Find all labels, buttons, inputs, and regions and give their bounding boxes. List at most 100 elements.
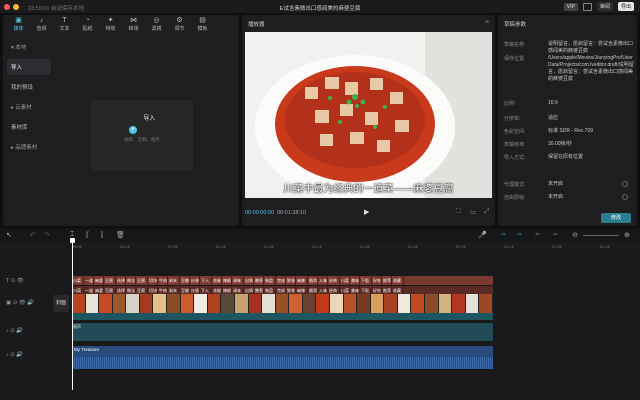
mic-icon[interactable]: 🎤 <box>478 231 487 239</box>
text-clip[interactable]: 经典 <box>328 276 340 285</box>
text-track[interactable]: 川菜 一道 麻婆 豆腐 选择 做法 豆腐 切块 牛肉 剁末 豆瓣 炒香 下入 花椒 辣椒 调味 出锅 撒葱 装盘 完成… <box>72 276 493 285</box>
text-clip[interactable]: 入味 <box>318 276 328 285</box>
cover-button[interactable]: 封面 <box>53 295 69 312</box>
tab-filter[interactable]: ◎ 滤镜 <box>145 15 168 35</box>
text-clip[interactable]: 美味 <box>350 276 360 285</box>
text-clip[interactable]: 川菜 <box>72 276 84 285</box>
text-clip[interactable]: 推荐 <box>382 276 392 285</box>
tab-sticker[interactable]: ◔ 贴纸 <box>76 15 99 35</box>
text-clip[interactable]: 下入 <box>200 276 212 285</box>
video-preview[interactable]: 川菜中最为经典的一道菜——麻婆豆腐 <box>245 32 492 198</box>
video-frame-thumbnail[interactable] <box>289 294 303 313</box>
video-frame-thumbnail[interactable] <box>411 294 426 313</box>
sidebar-local[interactable]: ▾ 本地 <box>7 39 51 55</box>
sidebar-item-import[interactable]: 导入 <box>7 59 51 75</box>
split-right-icon[interactable]: ⟧ <box>100 231 103 239</box>
text-clip[interactable]: 收藏 <box>392 276 404 285</box>
text-clip[interactable]: 调味 <box>232 276 244 285</box>
text-clip[interactable]: 豆腐 <box>104 276 116 285</box>
video-frame-thumbnail[interactable] <box>112 294 127 313</box>
tab-media[interactable]: ▣ 媒体 <box>7 15 30 35</box>
info-icon[interactable] <box>622 194 628 200</box>
review-button[interactable]: 审阅 <box>596 2 613 11</box>
magnet-icon[interactable]: ⇔ <box>516 231 523 238</box>
zoom-out-icon[interactable]: ⊖ <box>572 231 578 239</box>
undo-icon[interactable]: ↶ <box>30 231 36 239</box>
fullscreen-icon[interactable]: ⤢ <box>484 208 489 216</box>
text-clip[interactable]: 剁末 <box>168 276 180 285</box>
tab-adjust[interactable]: ⚙ 调节 <box>168 15 191 35</box>
video-frame-thumbnail[interactable] <box>167 294 181 313</box>
text-clip[interactable]: 下饭 <box>360 276 372 285</box>
ratio-icon[interactable]: ▭ <box>470 208 476 216</box>
text-clip[interactable]: 麻婆 <box>94 276 104 285</box>
video-frame-thumbnail[interactable] <box>262 294 276 313</box>
text-clip[interactable]: 选择 <box>116 276 126 285</box>
zoom-slider[interactable] <box>583 235 619 236</box>
video-frame-thumbnail[interactable] <box>221 294 235 313</box>
video-frame-thumbnail[interactable] <box>452 294 466 313</box>
layout-icon[interactable] <box>582 2 592 11</box>
play-icon[interactable]: ▶ <box>364 208 369 216</box>
fit-timeline-icon[interactable]: ⇔ <box>552 231 559 238</box>
redo-icon[interactable]: ↷ <box>44 231 50 239</box>
text-clip[interactable]: 鲜香 <box>286 276 296 285</box>
video-frame-thumbnail[interactable] <box>438 294 453 313</box>
video-frame-thumbnail[interactable] <box>248 294 263 313</box>
video-frame-thumbnail[interactable] <box>85 294 100 313</box>
zoom-in-icon[interactable]: ⊕ <box>624 231 630 239</box>
preview-axis-icon[interactable]: ⇔ <box>534 231 541 238</box>
text-clip[interactable]: 麻辣 <box>296 276 308 285</box>
fit-icon[interactable]: ⛶ <box>456 208 461 216</box>
text-clip[interactable]: 川菜 <box>340 276 350 285</box>
playhead[interactable] <box>70 238 75 390</box>
vip-badge[interactable]: VIP <box>563 2 578 11</box>
text-clip[interactable]: 出锅 <box>244 276 254 285</box>
split-left-icon[interactable]: ⟦ <box>86 231 89 239</box>
select-tool-icon[interactable]: ↖ <box>6 231 12 239</box>
video-frame-thumbnail[interactable] <box>343 294 358 313</box>
video-frame-thumbnail[interactable] <box>316 294 330 313</box>
text-clip[interactable]: 撒葱 <box>254 276 264 285</box>
time-ruler[interactable]: 00:00 00:15 00:30 00:45 01:00 01:15 01:30 01:45… <box>72 242 640 252</box>
import-dropzone[interactable]: + 导入 视频、音频、图片 <box>91 100 193 171</box>
video-frame-thumbnail[interactable] <box>139 294 154 313</box>
text-clip[interactable]: 豆腐 <box>136 276 148 285</box>
text-clip[interactable]: 辣椒 <box>222 276 232 285</box>
video-frame-thumbnail[interactable] <box>329 294 344 313</box>
video-frame-thumbnail[interactable] <box>207 294 222 313</box>
text-clip[interactable]: 嫩滑 <box>308 276 318 285</box>
video-frame-thumbnail[interactable] <box>302 294 317 313</box>
text-clip[interactable]: 牛肉 <box>158 276 168 285</box>
text-clip[interactable]: 炒香 <box>190 276 200 285</box>
delete-icon[interactable]: 🗑 <box>116 231 125 239</box>
menu-icon[interactable]: ≡ <box>485 19 489 26</box>
info-icon[interactable] <box>622 181 628 187</box>
export-button[interactable]: 导出 <box>617 2 634 11</box>
text-clip[interactable]: 好吃 <box>372 276 382 285</box>
text-clip[interactable]: 一道 <box>84 276 94 285</box>
video-frame-thumbnail[interactable] <box>234 294 249 313</box>
video-frame-thumbnail[interactable] <box>397 294 412 313</box>
sidebar-item-library[interactable]: 素材库 <box>7 119 51 135</box>
text-clip[interactable]: 装盘 <box>264 276 276 285</box>
video-frame-thumbnail[interactable] <box>72 294 86 313</box>
text-clip[interactable]: 花椒 <box>212 276 222 285</box>
tab-template[interactable]: ▤ 模板 <box>191 15 214 35</box>
video-frame-thumbnail[interactable] <box>384 294 398 313</box>
text-clip[interactable]: 完成 <box>276 276 286 285</box>
video-frame-thumbnail[interactable] <box>479 294 493 313</box>
video-frame-thumbnail[interactable] <box>275 294 290 313</box>
video-frame-thumbnail[interactable] <box>126 294 140 313</box>
video-frame-thumbnail[interactable] <box>180 294 195 313</box>
tab-text[interactable]: T 文本 <box>53 15 76 35</box>
voice-track[interactable]: 原声 <box>72 323 493 341</box>
sidebar-cloud[interactable]: ▸ 云素材 <box>7 99 51 115</box>
video-frame-thumbnail[interactable] <box>357 294 371 313</box>
text-clip[interactable]: 豆瓣 <box>180 276 190 285</box>
video-frame-thumbnail[interactable] <box>194 294 208 313</box>
tab-audio[interactable]: ♪ 音频 <box>30 15 53 35</box>
video-frame-thumbnail[interactable] <box>99 294 113 313</box>
tab-transition[interactable]: ⋈ 转场 <box>122 15 145 35</box>
video-frame-thumbnail[interactable] <box>425 294 439 313</box>
